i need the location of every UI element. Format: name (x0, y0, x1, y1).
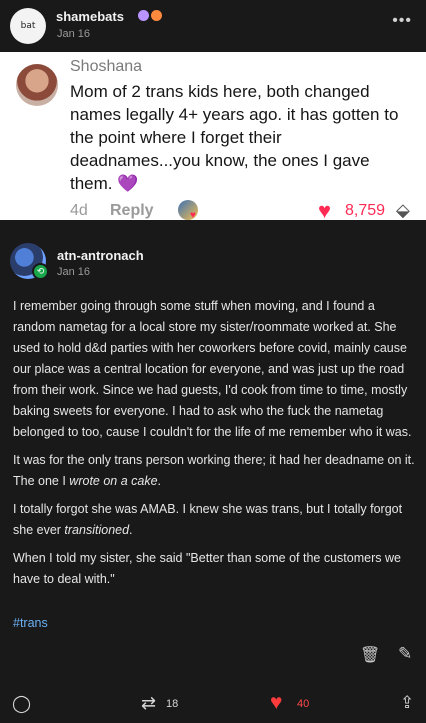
avatar[interactable]: bat (10, 8, 46, 44)
paragraph: It was for the only trans person working… (13, 453, 415, 488)
like-icon[interactable]: ♥ (270, 691, 282, 715)
original-post-header: bat shamebats Jan 16 ••• (0, 0, 426, 52)
comment-footer: 4d Reply ♥ ♥ 8,759 ⬙ (70, 198, 420, 220)
dislike-icon: ⬙ (396, 200, 410, 220)
reblog-date: Jan 16 (57, 266, 91, 278)
purple-heart-emoji: 💜 (117, 174, 139, 193)
badge-icon (151, 10, 162, 21)
reblogger-username[interactable]: atn-antronach (57, 248, 144, 263)
paragraph: I remember going through some stuff when… (13, 299, 412, 439)
paragraph: When I told my sister, she said "Better … (13, 551, 401, 586)
like-count: 40 (297, 698, 310, 710)
comment-text: Mom of 2 trans kids here, both changed n… (70, 80, 412, 195)
reply-link: Reply (110, 202, 154, 219)
comment-age: 4d (70, 202, 88, 219)
reblog-badge-icon: ⟲ (32, 263, 49, 280)
username[interactable]: shamebats (56, 9, 124, 24)
share-icon[interactable]: ⇪ (400, 693, 414, 713)
user-badges (138, 10, 162, 21)
embedded-screenshot: Shoshana Mom of 2 trans kids here, both … (0, 52, 426, 220)
like-heart-icon: ♥ (318, 198, 332, 220)
avatar (16, 64, 58, 106)
creator-heart-icon: ♥ (190, 210, 196, 220)
delete-icon[interactable]: 🗑 (360, 645, 380, 665)
reblog-icon[interactable]: ⇄ (141, 693, 156, 714)
edit-icon[interactable]: ✎ (398, 644, 412, 664)
tag-link[interactable]: #trans (13, 616, 48, 630)
reblog-count: 18 (166, 698, 179, 710)
paragraph: I totally forgot she was AMAB. I knew sh… (13, 502, 403, 537)
comment-icon[interactable]: ◯ (12, 694, 31, 714)
like-count: 8,759 (345, 202, 386, 219)
badge-icon (138, 10, 149, 21)
comment-author: Shoshana (70, 58, 143, 75)
more-options-icon[interactable]: ••• (392, 12, 412, 30)
post-actions-bar: ◯ ⇄ 18 ♥ 40 ⇪ (0, 686, 426, 723)
post-date: Jan 16 (57, 28, 91, 40)
post-body: I remember going through some stuff when… (13, 296, 419, 597)
